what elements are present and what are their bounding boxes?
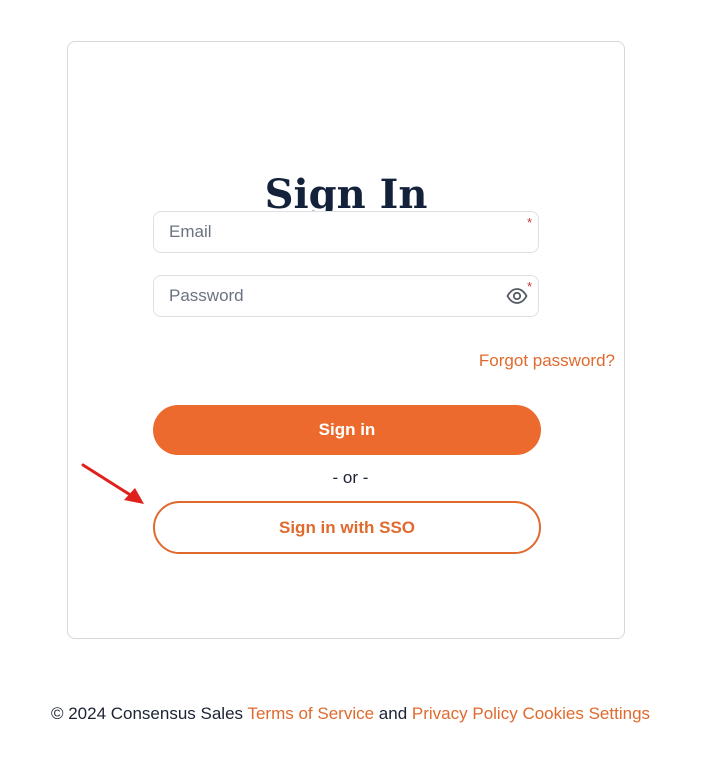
email-required-mark: * <box>526 215 532 230</box>
password-field-container: * <box>153 275 539 317</box>
red-arrow-icon <box>81 463 144 504</box>
sign-in-button[interactable]: Sign in <box>153 405 541 455</box>
password-field[interactable] <box>154 276 538 316</box>
terms-of-service-link[interactable]: Terms of Service <box>247 704 374 723</box>
copyright-text: © 2024 Consensus Sales <box>50 704 244 723</box>
email-field[interactable] <box>154 212 538 252</box>
forgot-password-link[interactable]: Forgot password? <box>479 349 615 373</box>
privacy-policy-link[interactable]: Privacy Policy <box>412 704 518 723</box>
cookies-settings-link[interactable]: Cookies Settings <box>522 704 650 723</box>
and-text: and <box>378 704 408 723</box>
footer: © 2024 Consensus Sales Terms of Service … <box>0 701 701 727</box>
password-required-mark: * <box>526 279 532 294</box>
email-field-container: * <box>153 211 539 253</box>
eye-icon[interactable] <box>506 287 528 305</box>
sign-in-sso-button[interactable]: Sign in with SSO <box>153 501 541 554</box>
